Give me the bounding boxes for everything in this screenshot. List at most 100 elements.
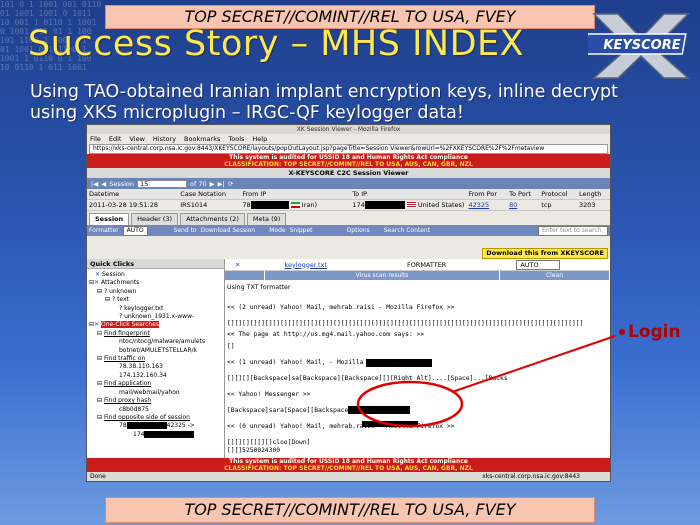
- tree-traffic-ip-1[interactable]: 78.38.110.163: [89, 363, 224, 371]
- attachment-link[interactable]: keylogger.txt: [284, 261, 327, 269]
- tree-label: unknown: [109, 287, 137, 295]
- tree-fingerprint-1[interactable]: ntoc/ntocg/malware/amulets: [89, 338, 224, 346]
- scan-header: Virus scan results: [265, 271, 500, 280]
- x-icon: ✕: [94, 321, 100, 329]
- tree-one-click-searches[interactable]: ⊟✕ One-Click Searches: [89, 321, 224, 329]
- tree-label: 174: [133, 430, 145, 438]
- tree-unknown[interactable]: ⊟ ? unknown: [89, 288, 224, 296]
- tree-label: 42325 ->: [166, 422, 195, 430]
- options-button[interactable]: Options: [347, 227, 370, 234]
- tab-session[interactable]: Session: [89, 213, 130, 225]
- content-line: [][][][Backspace]sa[Backspace][Backspace…: [227, 374, 508, 382]
- meta-header-row: Datetime Case Notation From IP To IP Fro…: [87, 189, 610, 200]
- snippet-button[interactable]: Snippet: [290, 227, 313, 234]
- content-line: << (2 unread) Yahoo! Mail, mehrab.raisi …: [227, 303, 455, 311]
- col-from-port: From Por: [466, 189, 508, 200]
- tree-find-opposite-side[interactable]: ⊟ Find opposite side of session: [89, 414, 224, 422]
- from-ip-prefix: 78: [242, 201, 251, 209]
- refresh-icon[interactable]: ⟳: [228, 180, 233, 188]
- main-panes: Quick Clicks ✕ Session ⊟✕ Attachments ⊟ …: [87, 259, 610, 461]
- col-case: Case Notation: [178, 189, 241, 200]
- download-session-button[interactable]: Download Session: [201, 227, 256, 234]
- virus-scan-row: Virus scan results Clean: [225, 271, 610, 280]
- col-to-ip: To IP: [350, 189, 467, 200]
- tab-header[interactable]: Header (3): [131, 213, 179, 225]
- to-port-link[interactable]: 80: [509, 201, 517, 209]
- formatter-select[interactable]: AUTO: [122, 225, 148, 236]
- cell-length: 3203: [576, 199, 610, 211]
- audit-banner-top: This system is audited for USSID 18 and …: [87, 154, 610, 168]
- audit-line-2: CLASSIFICATION: TOP SECRET//COMINT//REL …: [224, 465, 473, 472]
- tree-attachments[interactable]: ⊟✕ Attachments: [89, 279, 224, 287]
- menu-help[interactable]: Help: [252, 134, 267, 144]
- collapse-icon: ⊟: [97, 397, 103, 405]
- download-button[interactable]: Download this from XKEYSCORE: [482, 248, 608, 259]
- tree-find-traffic[interactable]: ⊟ Find traffic on: [89, 355, 224, 363]
- collapse-icon: ⊟: [97, 380, 103, 388]
- menu-file[interactable]: File: [90, 134, 101, 144]
- tree-label: ntoc/ntocg/malware/amulets: [119, 338, 206, 346]
- tab-meta[interactable]: Meta (9): [246, 213, 287, 225]
- cell-from-port[interactable]: 42325: [466, 199, 508, 211]
- send-to-button[interactable]: Send to: [174, 227, 197, 234]
- slide-subtitle: Using TAO-obtained Iranian implant encry…: [30, 82, 618, 123]
- first-icon[interactable]: |◀: [91, 180, 98, 188]
- attachment-format-select[interactable]: AUTO: [516, 259, 560, 270]
- next-icon[interactable]: ▶: [210, 180, 215, 188]
- session-tabs: Session Header (3) Attachments (2) Meta …: [87, 213, 610, 225]
- tree-label: botnet/AMULETSTELLAR/k: [119, 346, 198, 354]
- search-content-label: Search Content: [383, 227, 431, 234]
- cell-from-ip: 78 Iran): [240, 199, 351, 211]
- last-icon[interactable]: ▶|: [218, 180, 225, 188]
- from-port-link[interactable]: 42325: [468, 201, 489, 209]
- tree-proxy-hash-value[interactable]: c8b0d875: [89, 406, 224, 414]
- status-left: Done: [90, 473, 106, 480]
- session-toolbar: Formatter AUTO Send to Download Session …: [87, 225, 610, 236]
- tree-keylogger[interactable]: ? keylogger.txt: [89, 305, 224, 313]
- tree-application-value[interactable]: mail/webmail/yahoo: [89, 389, 224, 397]
- tree-opposite-1[interactable]: 78 42325 ->: [89, 422, 224, 430]
- tree-opposite-2[interactable]: 174: [89, 430, 224, 439]
- tree-label: 174.132.160.34: [119, 371, 167, 379]
- content-line: << (0 unread) Yahoo! Mail, mehrab.raisi …: [227, 421, 608, 431]
- tree-label: text: [117, 296, 129, 304]
- slide-title: Success Story – MHS INDEX: [28, 24, 525, 64]
- iran-flag-icon: [290, 202, 300, 208]
- menu-bookmarks[interactable]: Bookmarks: [184, 134, 220, 144]
- attachment-row: ✕ keylogger.txt FORMATTER AUTO: [225, 259, 610, 271]
- menu-tools[interactable]: Tools: [228, 134, 244, 144]
- tree-fingerprint-2[interactable]: botnet/AMULETSTELLAR/k: [89, 347, 224, 355]
- table-row[interactable]: 2011-03-28 19:51:28 IRS1014 78 Iran) 174…: [87, 199, 610, 211]
- cell-to-port[interactable]: 80: [507, 199, 540, 211]
- quick-clicks-pane: Quick Clicks ✕ Session ⊟✕ Attachments ⊟ …: [87, 259, 225, 461]
- attachment-formatter-label: FORMATTER: [406, 260, 447, 269]
- us-flag-icon: [406, 202, 416, 208]
- session-input[interactable]: 15: [137, 179, 188, 188]
- menu-bar: File Edit View History Bookmarks Tools H…: [87, 134, 610, 144]
- tab-attachments[interactable]: Attachments (2): [180, 213, 245, 225]
- tree-traffic-ip-2[interactable]: 174.132.160.34: [89, 372, 224, 380]
- tree-find-proxy-hash[interactable]: ⊟ Find proxy hash: [89, 397, 224, 405]
- menu-view[interactable]: View: [129, 134, 144, 144]
- search-input[interactable]: Enter text to search: [538, 225, 608, 236]
- col-length: Length: [576, 189, 610, 200]
- tree-find-application[interactable]: ⊟ Find application: [89, 380, 224, 388]
- content-line: Using TXT formatter: [227, 284, 291, 291]
- audit-banner-bottom: This system is audited for USSID 18 and …: [87, 458, 610, 472]
- menu-edit[interactable]: Edit: [109, 134, 122, 144]
- mode-button[interactable]: Mode: [269, 227, 285, 234]
- cell-datetime: 2011-03-28 19:51:28: [87, 199, 179, 211]
- menu-history[interactable]: History: [153, 134, 176, 144]
- url-bar[interactable]: https://xks-central.corp.nsa.ic.gov:8443…: [89, 144, 608, 154]
- content-line: << Yahoo! Messenger >>: [227, 390, 311, 398]
- tree-text[interactable]: ⊟ ? text: [89, 296, 224, 304]
- tree-session[interactable]: ✕ Session: [89, 271, 224, 279]
- prev-icon[interactable]: ◀: [101, 180, 106, 188]
- content-line-text: << (0 unread) Yahoo! Mail, mehrab.raisi …: [227, 423, 455, 431]
- bullet-icon: [619, 329, 625, 335]
- collapse-icon: ⊟: [97, 355, 103, 363]
- tree-unknown-1931[interactable]: ? unknown_1931.x-www-: [89, 313, 224, 321]
- tree-label: Attachments: [100, 279, 140, 287]
- tree-find-fingerprint[interactable]: ⊟ Find fingerprint: [89, 330, 224, 338]
- formatter-label: Formatter: [89, 227, 119, 234]
